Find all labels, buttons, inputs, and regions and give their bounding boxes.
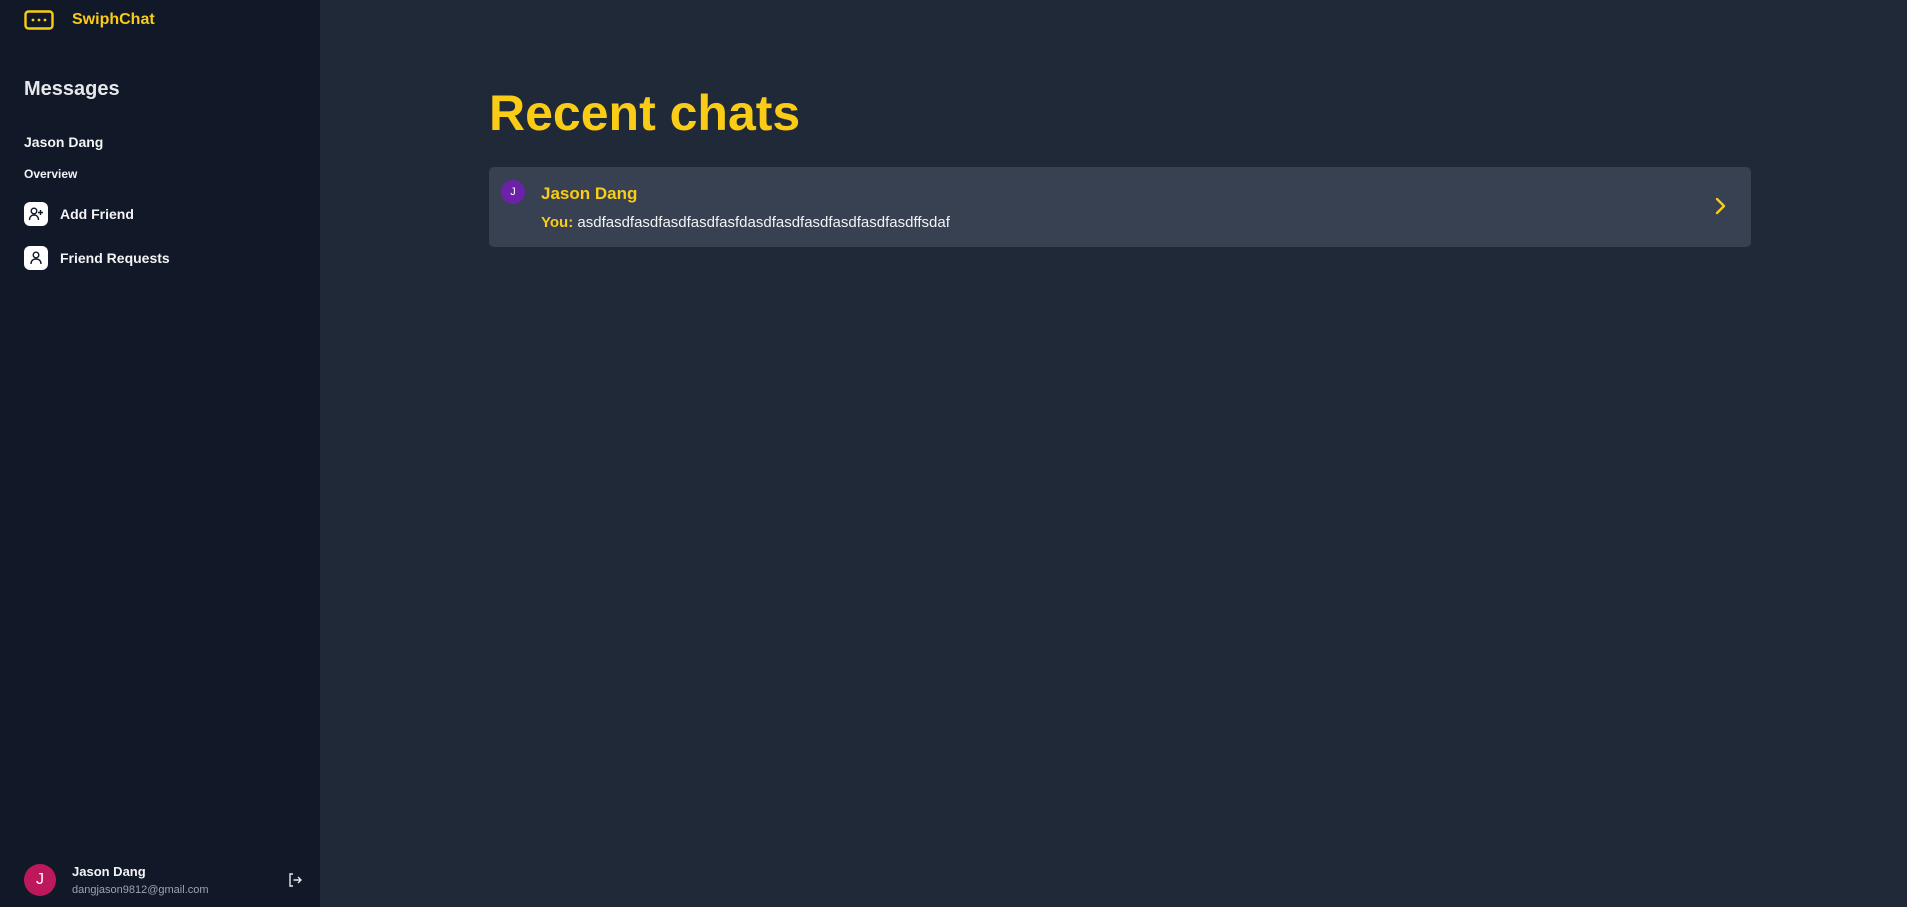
- sender-prefix: You:: [541, 214, 574, 231]
- page-title: Recent chats: [489, 85, 801, 141]
- sidebar-item-add-friend[interactable]: Add Friend: [24, 202, 134, 226]
- message-text: asdfasdfasdfasdfasdfasfdasdfasdfasdfasdf…: [577, 214, 950, 231]
- logo-link[interactable]: SwiphChat: [24, 10, 155, 30]
- chat-preview: You: asdfasdfasdfasdfasdfasfdasdfasdfasd…: [541, 214, 950, 231]
- chat-name: Jason Dang: [541, 184, 638, 203]
- avatar: J: [501, 180, 525, 204]
- chat-bubble-dots-icon: [24, 10, 54, 30]
- user-info: Jason Dang dangjason9812@gmail.com: [72, 864, 209, 896]
- sidebar-item-friend-requests[interactable]: Friend Requests: [24, 246, 170, 270]
- avatar: J: [24, 864, 56, 896]
- user-icon: [24, 246, 48, 270]
- sidebar: SwiphChat Messages Jason Dang Overview A…: [0, 0, 320, 907]
- sidebar-title: Messages: [24, 78, 120, 100]
- app-name: SwiphChat: [72, 11, 155, 28]
- user-name: Jason Dang: [72, 864, 146, 879]
- sidebar-chat-item-jason-dang[interactable]: Jason Dang: [24, 134, 103, 150]
- sidebar-item-label: Add Friend: [60, 206, 134, 222]
- chat-list-item[interactable]: J Jason Dang You: asdfasdfasdfasdfasdfas…: [489, 167, 1751, 247]
- overview-label: Overview: [24, 167, 78, 181]
- user-plus-icon: [24, 202, 48, 226]
- sidebar-item-label: Friend Requests: [60, 250, 170, 266]
- chevron-right-icon: [1711, 194, 1731, 218]
- logout-icon[interactable]: [286, 871, 304, 889]
- user-email: dangjason9812@gmail.com: [72, 884, 209, 896]
- user-profile: J Jason Dang dangjason9812@gmail.com: [24, 864, 304, 896]
